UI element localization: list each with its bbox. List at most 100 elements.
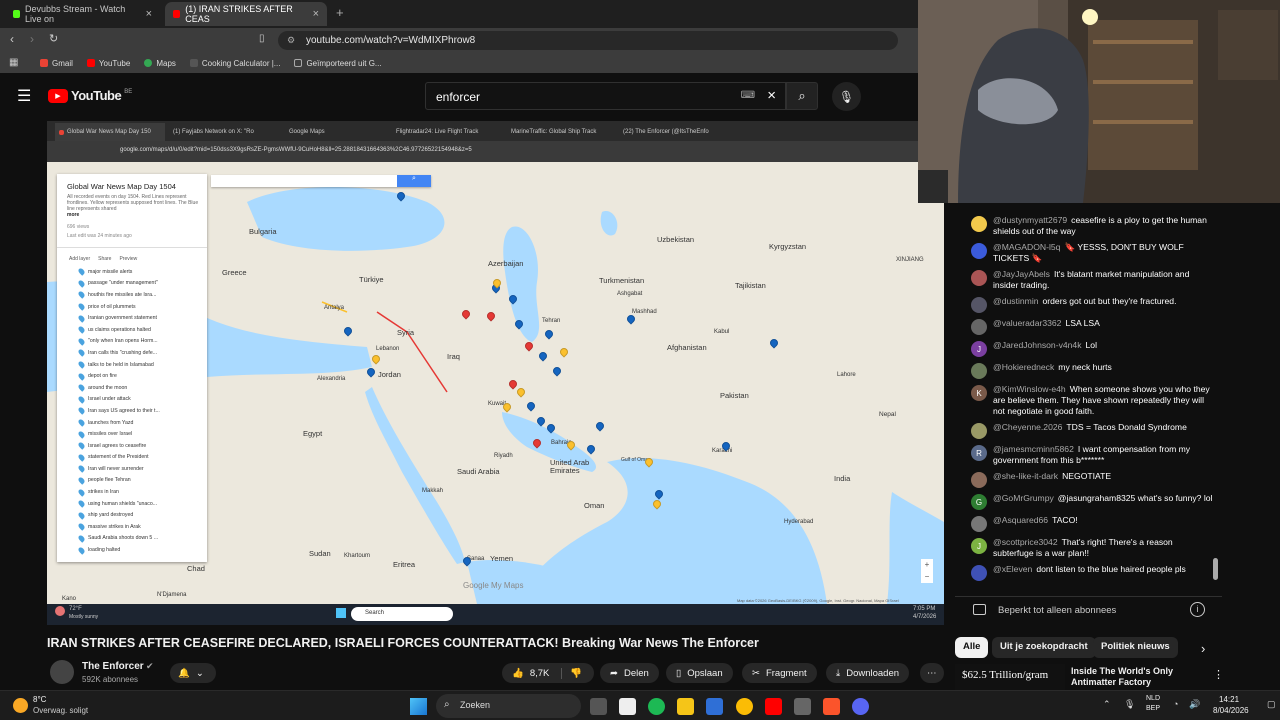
layer-item[interactable]: depot on fire (57, 370, 207, 382)
taskbar-search[interactable]: ⌕ Zoeken (436, 694, 581, 718)
reload-icon[interactable]: ↻ (49, 32, 58, 45)
channel-avatar[interactable] (50, 660, 74, 684)
chat-author[interactable]: @Cheyenne.2026 (993, 422, 1062, 432)
file-explorer-icon[interactable] (677, 698, 694, 715)
layer-item[interactable]: Israel agrees to ceasefire (57, 440, 207, 452)
voice-search-button[interactable]: 🎙 (832, 82, 861, 111)
bookmark-gmail[interactable]: Gmail (40, 59, 73, 68)
brave-icon[interactable] (823, 698, 840, 715)
chevron-up-icon[interactable]: ⌃ (1103, 699, 1111, 710)
layer-item[interactable]: loading halted (57, 544, 207, 556)
chat-author[interactable]: @valueradar3362 (993, 318, 1061, 328)
calendar-app-icon[interactable] (619, 698, 636, 715)
volume-icon[interactable]: 🔊 (1189, 699, 1200, 710)
like-count[interactable]: 8,7K (530, 668, 550, 679)
zoom-controls[interactable]: + − (921, 559, 933, 583)
info-icon[interactable]: i (1190, 602, 1205, 617)
chat-author[interactable]: @dustynmyatt2679 (993, 215, 1067, 225)
layer-item[interactable]: major missile alerts (57, 266, 207, 278)
vscode-icon[interactable] (706, 698, 723, 715)
edge-icon[interactable] (648, 698, 665, 715)
zoom-out-icon[interactable]: − (925, 572, 930, 581)
avatar[interactable]: G (971, 494, 987, 510)
avatar[interactable]: K (971, 385, 987, 401)
layer-item[interactable]: passage "under management" (57, 278, 207, 290)
layer-item[interactable]: around the moon (57, 382, 207, 394)
avatar[interactable] (971, 270, 987, 286)
layer-item[interactable]: using human shields "unaco... (57, 498, 207, 510)
apps-grid-icon[interactable]: ▦ (9, 57, 18, 68)
notification-bell-button[interactable]: 🔔 ⌄ (170, 663, 216, 683)
live-chat[interactable]: @dustynmyatt2679 ceasefire is a ploy to g… (955, 203, 1222, 595)
avatar[interactable] (971, 297, 987, 313)
wifi-icon[interactable]: ◔ (1173, 699, 1178, 709)
bookmark-cooking-calculator[interactable]: Cooking Calculator |... (189, 59, 280, 68)
avatar[interactable] (971, 319, 987, 335)
avatar[interactable]: J (971, 538, 987, 554)
avatar[interactable] (971, 216, 987, 232)
thumbs-up-icon[interactable]: 👍 (512, 668, 524, 679)
chat-author[interactable]: @scottprice3042 (993, 537, 1058, 547)
layer-item[interactable]: houthis fire missiles ate Isra... (57, 289, 207, 301)
search-input[interactable]: enforcer ⌨ × (425, 82, 786, 110)
chat-author[interactable]: @xEleven (993, 564, 1032, 574)
avatar[interactable] (971, 243, 987, 259)
layer-item[interactable]: Iran says US agreed to their t... (57, 405, 207, 417)
youtube-app-icon[interactable] (765, 698, 782, 715)
weather-icon[interactable] (13, 698, 28, 713)
chat-scrollbar[interactable] (1213, 558, 1218, 580)
chip-from-search[interactable]: Uit je zoekopdracht (992, 637, 1096, 658)
clock-time[interactable]: 14:21 (1219, 695, 1239, 704)
recommended-thumbnail[interactable]: $62.5 Trillion/gram (955, 664, 1065, 690)
language-code[interactable]: NLD (1146, 695, 1160, 702)
keyboard-layout[interactable]: BEP (1146, 705, 1160, 712)
layer-item[interactable]: statement of the President (57, 452, 207, 464)
chat-author[interactable]: @jamesmcminn5862 (993, 444, 1074, 454)
recommended-title[interactable]: Inside The World's Only Antimatter Facto… (1071, 666, 1191, 690)
clear-search-icon[interactable]: × (767, 87, 776, 104)
layer-item[interactable]: Iran will never surrender (57, 463, 207, 475)
avatar[interactable]: R (971, 445, 987, 461)
layer-item[interactable]: missiles over Israel (57, 428, 207, 440)
layer-item[interactable]: Iran calls this "crushing defe... (57, 347, 207, 359)
chat-author[interactable]: @JaredJohnson-v4n4k (993, 340, 1082, 350)
chat-author[interactable]: @JayJayAbels (993, 269, 1050, 279)
url-field[interactable]: ⚙ youtube.com/watch?v=WdMIXPhrow8 (278, 31, 898, 50)
map-search-button[interactable]: ⌕ (397, 175, 431, 187)
layer-item[interactable]: Saudi Arabia shoots down 5 ... (57, 533, 207, 545)
chat-author[interactable]: @KimWinslow-e4h (993, 384, 1066, 394)
share-button[interactable]: Share (98, 256, 111, 262)
chat-author[interactable]: @Asquared66 (993, 515, 1048, 525)
bookmark-youtube[interactable]: YouTube (86, 59, 130, 68)
browser-tab-youtube[interactable]: (1) IRAN STRIKES AFTER CEAS × (165, 2, 327, 26)
avatar[interactable] (971, 565, 987, 581)
chrome-icon[interactable] (736, 698, 753, 715)
close-icon[interactable]: × (146, 8, 152, 20)
layer-item[interactable]: strikes in Iran (57, 486, 207, 498)
save-button[interactable]: ▯ Opslaan (666, 663, 733, 683)
chat-author[interactable]: @dustinmin (993, 296, 1039, 306)
chat-author[interactable]: @GoMrGrumpy (993, 493, 1054, 503)
chip-politics[interactable]: Politiek nieuws (1093, 637, 1178, 658)
preview-button[interactable]: Preview (119, 256, 137, 262)
layer-item[interactable]: Iranian government statement (57, 312, 207, 324)
layer-item[interactable]: price of oil plummets (57, 301, 207, 313)
chat-author[interactable]: @she-like-it-dark (993, 471, 1058, 481)
bookmark-folder-imported[interactable]: Geïmporteerd uit G... (294, 59, 382, 68)
thumbs-down-icon[interactable]: 👎 (561, 667, 582, 679)
channel-name[interactable]: The Enforcer (82, 661, 144, 672)
windows-start-icon[interactable] (410, 698, 427, 715)
download-button[interactable]: ⤓ Downloaden (826, 663, 910, 683)
notification-icon[interactable]: ▢ (1267, 699, 1276, 710)
layer-item[interactable]: talks to be held in Islamabad (57, 359, 207, 371)
youtube-logo[interactable]: ▶ YouTube BE (48, 88, 132, 103)
avatar[interactable]: J (971, 341, 987, 357)
chat-author[interactable]: @MAGADON-l5q (993, 242, 1060, 252)
chevron-right-icon[interactable]: › (1201, 641, 1205, 656)
layer-item[interactable]: ship yard destroyed (57, 509, 207, 521)
add-layer-button[interactable]: Add layer (69, 256, 90, 262)
forward-icon[interactable]: › (30, 32, 34, 46)
search-button[interactable]: ⌕ (786, 82, 818, 110)
back-icon[interactable]: ‹ (10, 32, 14, 46)
close-icon[interactable]: × (313, 8, 319, 20)
